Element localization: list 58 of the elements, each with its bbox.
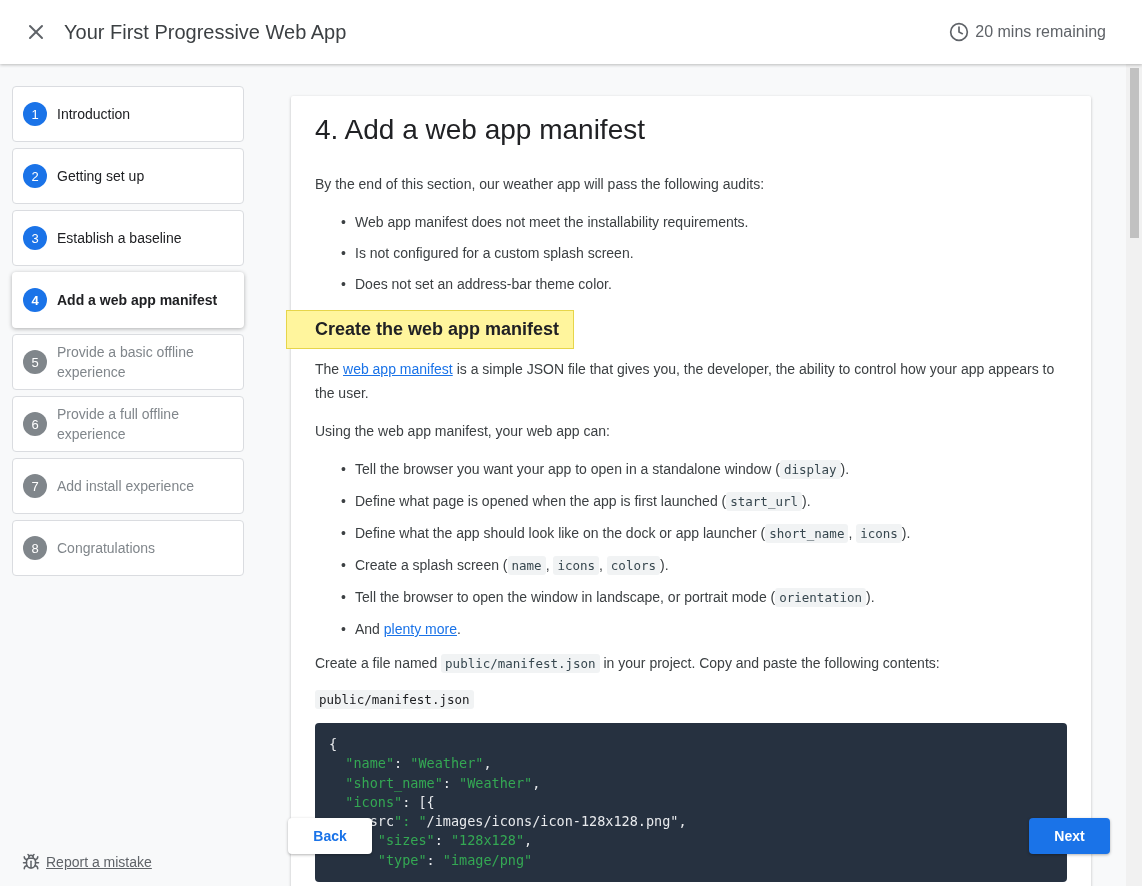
step-item[interactable]: 5 Provide a basic offline experience xyxy=(12,334,244,390)
step-item[interactable]: 7 Add install experience xyxy=(12,458,244,514)
step-item[interactable]: 8 Congratulations xyxy=(12,520,244,576)
step-item[interactable]: 3 Establish a baseline xyxy=(12,210,244,266)
bullet-item: And plenty more. xyxy=(355,620,461,639)
code-line: "type": "image/png" xyxy=(377,850,533,870)
step-number: 6 xyxy=(23,412,47,436)
bullet-marker: • xyxy=(341,492,347,511)
bullet-item: Define what page is opened when the app is first launched ( start_url ). xyxy=(355,491,811,513)
paragraph: Using the web app manifest, your web app can: xyxy=(315,422,611,441)
bullet-item: Is not configured for a custom splash screen. xyxy=(355,244,634,263)
bullet-marker: • xyxy=(341,524,347,543)
step-item[interactable]: 1 Introduction xyxy=(12,86,244,142)
step-number: 3 xyxy=(23,226,47,250)
step-number: 1 xyxy=(23,102,47,126)
step-number: 8 xyxy=(23,536,47,560)
text-link[interactable]: plenty more xyxy=(383,621,457,637)
file-name-label: public/manifest.json xyxy=(315,690,474,709)
bullet-item: Does not set an address-bar theme color. xyxy=(355,275,612,294)
bullet-item: Tell the browser you want your app to open in a standalone window ( display ). xyxy=(355,459,850,481)
code-line: { xyxy=(329,735,338,754)
paragraph: By the end of this section, our weather app will pass the following audits: xyxy=(315,175,766,194)
paragraph: The web app manifest is a simple JSON file that gives you, the developer, the ability to control how your app appears to the user. xyxy=(315,360,1056,403)
step-number: 2 xyxy=(23,164,47,188)
code-line: "short_name": "Weather", xyxy=(345,773,541,793)
time-remaining: 20 mins remaining xyxy=(975,23,1106,41)
bullet-marker: • xyxy=(341,275,347,294)
step-number: 5 xyxy=(23,350,47,374)
next-button[interactable]: Next xyxy=(1029,818,1110,854)
back-button[interactable]: Back xyxy=(288,818,372,854)
code-line: "sizes": "128x128", xyxy=(377,831,533,851)
bullet-marker: • xyxy=(341,213,347,232)
bullet-marker: • xyxy=(341,620,347,639)
step-item[interactable]: 4 Add a web app manifest xyxy=(12,272,244,328)
step-item[interactable]: 2 Getting set up xyxy=(12,148,244,204)
page-title: Your First Progressive Web App xyxy=(64,20,348,44)
step-title: 4. Add a web app manifest xyxy=(315,114,646,146)
scrollbar[interactable] xyxy=(1126,64,1142,886)
report-link[interactable]: Report a mistake xyxy=(46,854,152,870)
bullet-marker: • xyxy=(341,244,347,263)
bullet-item: Tell the browser to open the window in landscape, or portrait mode ( orientation ). xyxy=(355,587,875,609)
bullet-marker: • xyxy=(341,588,347,607)
code-line: "icons": [{ xyxy=(345,792,435,812)
bullet-item: Define what the app should look like on the dock or app launcher ( short_name , icons ). xyxy=(355,523,911,545)
code-line: "name": "Weather", xyxy=(345,754,492,774)
section-heading: Create the web app manifest xyxy=(286,310,575,349)
text-link[interactable]: web app manifest xyxy=(343,361,453,377)
bullet-marker: • xyxy=(341,556,347,575)
step-number: 7 xyxy=(23,474,47,498)
bullet-marker: • xyxy=(341,460,347,479)
step-number: 4 xyxy=(23,288,47,312)
clock-icon xyxy=(949,22,970,42)
step-item[interactable]: 6 Provide a full offline experience xyxy=(12,396,244,452)
paragraph: Create a file named public/manifest.json in your project. Copy and paste the following contents: xyxy=(315,653,941,675)
bullet-item: Create a splash screen ( name , icons , colors ). xyxy=(355,555,669,577)
code-line: src": "/images/icons/icon-128x128.png", xyxy=(369,812,687,832)
bug-icon xyxy=(22,853,40,871)
bullet-item: Web app manifest does not meet the installability requirements. xyxy=(355,213,749,232)
